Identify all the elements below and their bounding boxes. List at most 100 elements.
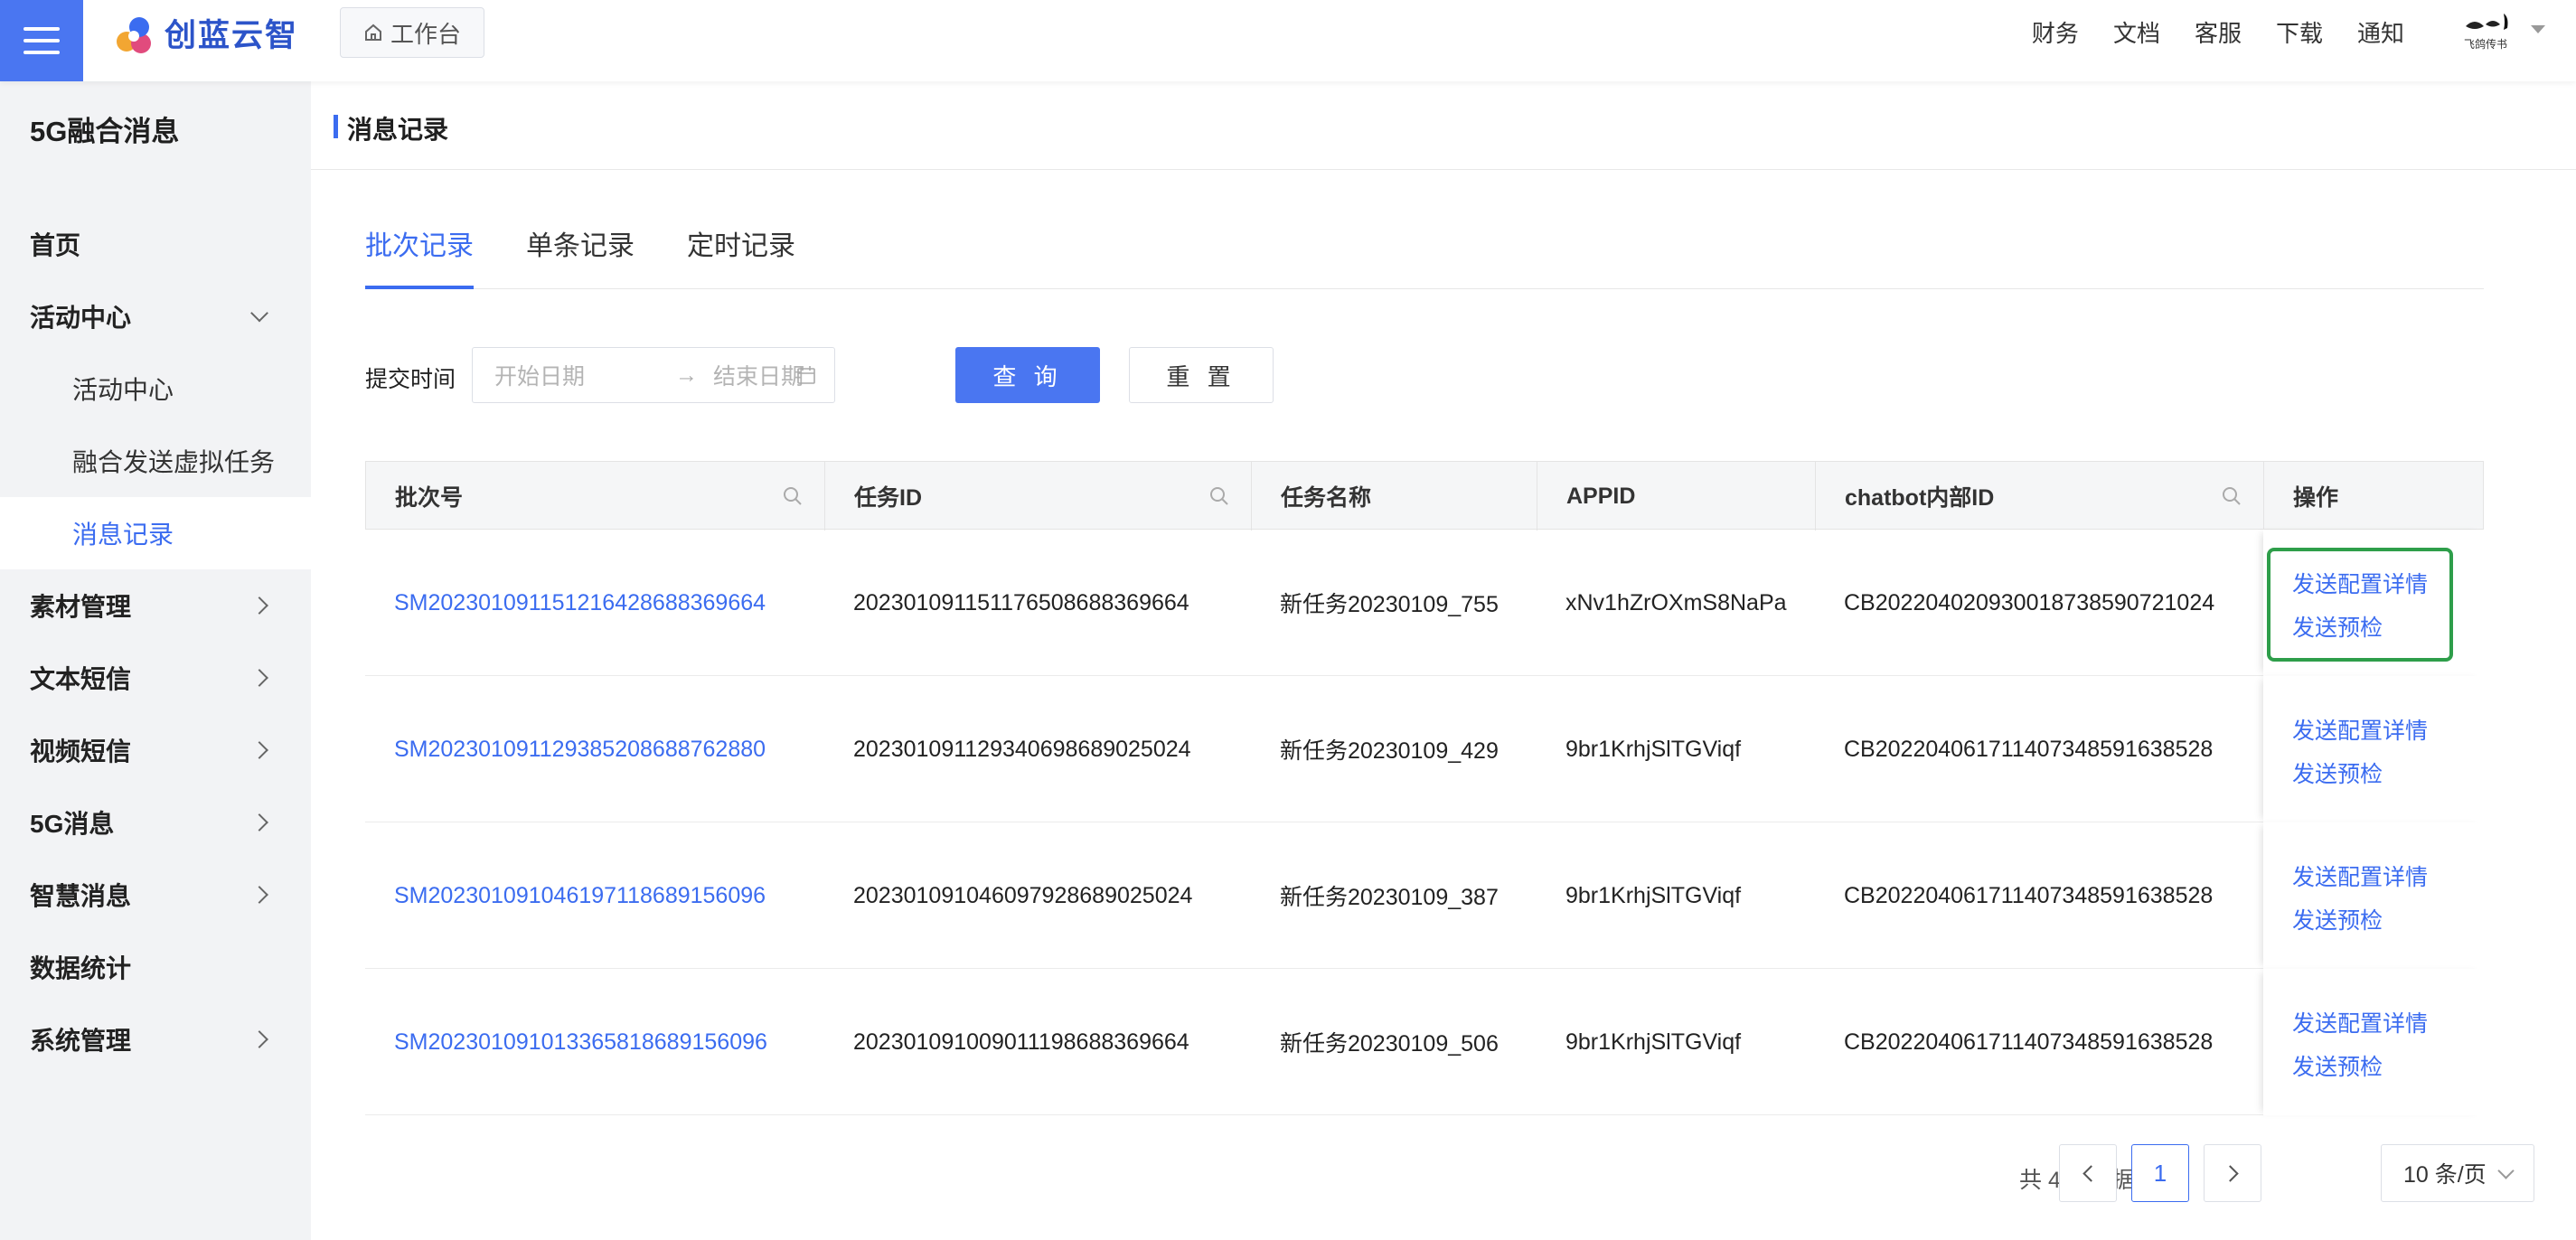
batch-no-link[interactable]: SM202301091129385208688762880: [365, 676, 766, 822]
search-icon[interactable]: [783, 486, 803, 506]
table-row: SM202301091046197118689156096 20230109104…: [365, 822, 2484, 969]
send-precheck-link[interactable]: 发送预检: [2292, 1049, 2383, 1082]
workbench-label: 工作台: [390, 20, 461, 48]
chevron-right-icon: [250, 1030, 268, 1048]
column-label: chatbot内部ID: [1845, 485, 1995, 511]
send-config-detail-link[interactable]: 发送配置详情: [2292, 860, 2428, 892]
appid-cell: 9br1KrhjSlTGViqf: [1565, 882, 1742, 908]
sidebar-item-label: 活动中心: [30, 304, 132, 332]
hamburger-line: [24, 27, 60, 31]
table-row: SM202301091151216428688369664 20230109115…: [365, 530, 2484, 676]
tab-scheduled-records[interactable]: 定时记录: [687, 224, 795, 289]
chevron-right-icon: [250, 813, 268, 831]
sidebar-item-label: 5G消息: [30, 810, 115, 838]
task-name-cell: 新任务20230109_429: [1280, 738, 1499, 764]
sidebar-item-home[interactable]: 首页: [0, 208, 311, 280]
column-actions: 操作: [2264, 462, 2485, 531]
sidebar-item-smart-message[interactable]: 智慧消息: [0, 859, 311, 931]
task-id-cell: 202301091129340698689025024: [853, 736, 1191, 762]
task-name-cell: 新任务20230109_506: [1280, 1031, 1499, 1057]
page-size-select[interactable]: 10 条/页: [2381, 1144, 2534, 1202]
brand-logo[interactable]: 创蓝云智: [114, 9, 298, 56]
tab-single-records[interactable]: 单条记录: [526, 224, 635, 289]
highlight-box: [2267, 548, 2453, 662]
search-icon[interactable]: [2222, 486, 2242, 506]
send-config-detail-link[interactable]: 发送配置详情: [2292, 713, 2428, 746]
menu-toggle-button[interactable]: [0, 0, 83, 81]
sidebar-title: 5G融合消息: [30, 116, 180, 147]
column-label: 批次号: [395, 485, 464, 511]
sidebar-subitem-activity-center[interactable]: 活动中心: [0, 352, 311, 425]
chatbot-id-cell: CB202204061711407348591638528: [1844, 1029, 2214, 1055]
end-date-input[interactable]: 结束日期: [713, 359, 804, 391]
column-label: APPID: [1566, 483, 1636, 509]
reset-button[interactable]: 重 置: [1129, 347, 1274, 403]
nav-support[interactable]: 客服: [2195, 15, 2242, 49]
table-header: 批次号 任务ID 任务名称 APPID chatbot内部ID 操作: [365, 461, 2485, 531]
batch-no-link[interactable]: SM202301091151216428688369664: [365, 530, 766, 676]
chatbot-id-cell: CB202204061711407348591638528: [1844, 736, 2214, 762]
send-precheck-link[interactable]: 发送预检: [2292, 756, 2383, 789]
page-number-button[interactable]: 1: [2131, 1144, 2189, 1202]
sidebar-item-video-sms[interactable]: 视频短信: [0, 714, 311, 786]
calendar-icon: [797, 366, 815, 384]
chatbot-id-cell: CB202204020930018738590721024: [1844, 589, 2215, 615]
page-title: 消息记录: [347, 116, 449, 144]
workbench-button[interactable]: 工作台: [340, 7, 484, 58]
submit-time-label: 提交时间: [365, 367, 456, 392]
sidebar-item-5g-message[interactable]: 5G消息: [0, 786, 311, 859]
row-actions: 发送配置详情 发送预检: [2263, 969, 2484, 1115]
sidebar-item-label: 系统管理: [30, 1027, 132, 1055]
tab-batch-records[interactable]: 批次记录: [365, 224, 474, 289]
chevron-left-icon: [2082, 1164, 2100, 1182]
nav-finance[interactable]: 财务: [2032, 15, 2079, 49]
nav-download[interactable]: 下载: [2276, 15, 2323, 49]
nav-notify[interactable]: 通知: [2357, 15, 2404, 49]
column-label: 任务ID: [854, 485, 923, 511]
appid-cell: xNv1hZrOXmS8NaPa: [1565, 589, 1787, 615]
send-config-detail-link[interactable]: 发送配置详情: [2292, 1006, 2428, 1038]
appid-cell: 9br1KrhjSlTGViqf: [1565, 1029, 1742, 1055]
nav-docs[interactable]: 文档: [2113, 15, 2160, 49]
next-page-button[interactable]: [2204, 1144, 2261, 1202]
sidebar-item-statistics[interactable]: 数据统计: [0, 931, 311, 1003]
chevron-down-icon: [2497, 1162, 2515, 1179]
hamburger-line: [24, 51, 60, 54]
sidebar-item-label: 素材管理: [30, 593, 132, 621]
task-name-cell: 新任务20230109_755: [1280, 592, 1499, 617]
prev-page-button[interactable]: [2059, 1144, 2117, 1202]
sidebar-item-label: 数据统计: [30, 954, 132, 982]
avatar-caret-icon[interactable]: [2531, 25, 2545, 33]
sidebar-item-label: 融合发送虚拟任务: [72, 448, 276, 476]
search-icon[interactable]: [1209, 486, 1229, 506]
batch-no-link[interactable]: SM202301091013365818689156096: [365, 969, 767, 1115]
main-content: 批次记录 单条记录 定时记录 提交时间 开始日期 → 结束日期 查 询 重 置 …: [311, 170, 2576, 1240]
query-button[interactable]: 查 询: [955, 347, 1100, 403]
sidebar-item-activity-center[interactable]: 活动中心: [0, 280, 311, 352]
avatar-logo-icon: 飞鸽传书: [2464, 14, 2508, 51]
sidebar-subitem-message-records[interactable]: 消息记录: [0, 497, 311, 569]
row-actions: 发送配置详情 发送预检: [2263, 530, 2484, 676]
send-precheck-link[interactable]: 发送预检: [2292, 903, 2383, 935]
range-arrow: →: [675, 362, 698, 388]
column-chatbot-id: chatbot内部ID: [1816, 462, 2264, 531]
svg-text:飞鸽传书: 飞鸽传书: [2464, 37, 2507, 51]
batch-no-link[interactable]: SM202301091046197118689156096: [365, 822, 766, 969]
chevron-right-icon: [2221, 1164, 2239, 1182]
row-actions: 发送配置详情 发送预检: [2263, 822, 2484, 969]
task-id-cell: 202301091151176508688369664: [853, 589, 1189, 615]
sidebar-item-system[interactable]: 系统管理: [0, 1003, 311, 1076]
sidebar-item-label: 视频短信: [30, 737, 132, 766]
column-task-id: 任务ID: [825, 462, 1252, 531]
task-id-cell: 202301091009011198688369664: [853, 1029, 1189, 1055]
chevron-down-icon: [250, 304, 268, 323]
start-date-input[interactable]: 开始日期: [494, 359, 585, 391]
appid-cell: 9br1KrhjSlTGViqf: [1565, 736, 1742, 762]
date-range-picker[interactable]: 开始日期 → 结束日期: [472, 347, 835, 403]
sidebar-item-text-sms[interactable]: 文本短信: [0, 642, 311, 714]
avatar[interactable]: 飞鸽传书: [2460, 5, 2518, 56]
column-label: 操作: [2293, 485, 2339, 511]
sidebar-subitem-virtual-task[interactable]: 融合发送虚拟任务: [0, 425, 311, 497]
top-nav: 财务 文档 客服 下载 通知: [2032, 0, 2404, 63]
sidebar-item-materials[interactable]: 素材管理: [0, 569, 311, 642]
